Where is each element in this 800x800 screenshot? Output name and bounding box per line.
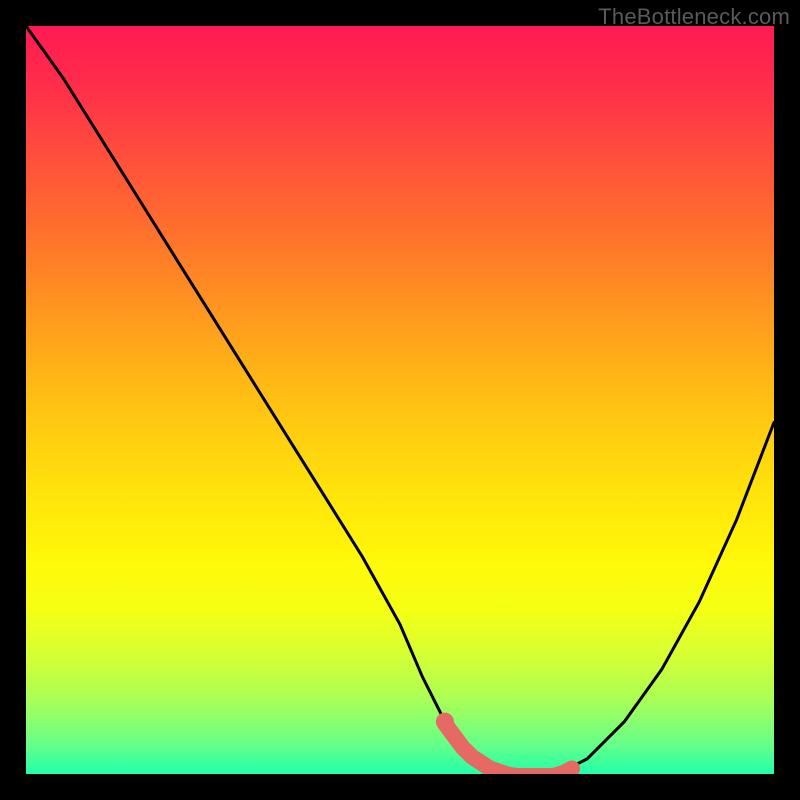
curve-layer [26, 26, 774, 774]
optimal-start-marker [436, 713, 454, 731]
bottleneck-curve [26, 26, 774, 774]
optimal-range-highlight [445, 724, 572, 774]
chart-frame: TheBottleneck.com [0, 0, 800, 800]
gradient-plot-area [26, 26, 774, 774]
